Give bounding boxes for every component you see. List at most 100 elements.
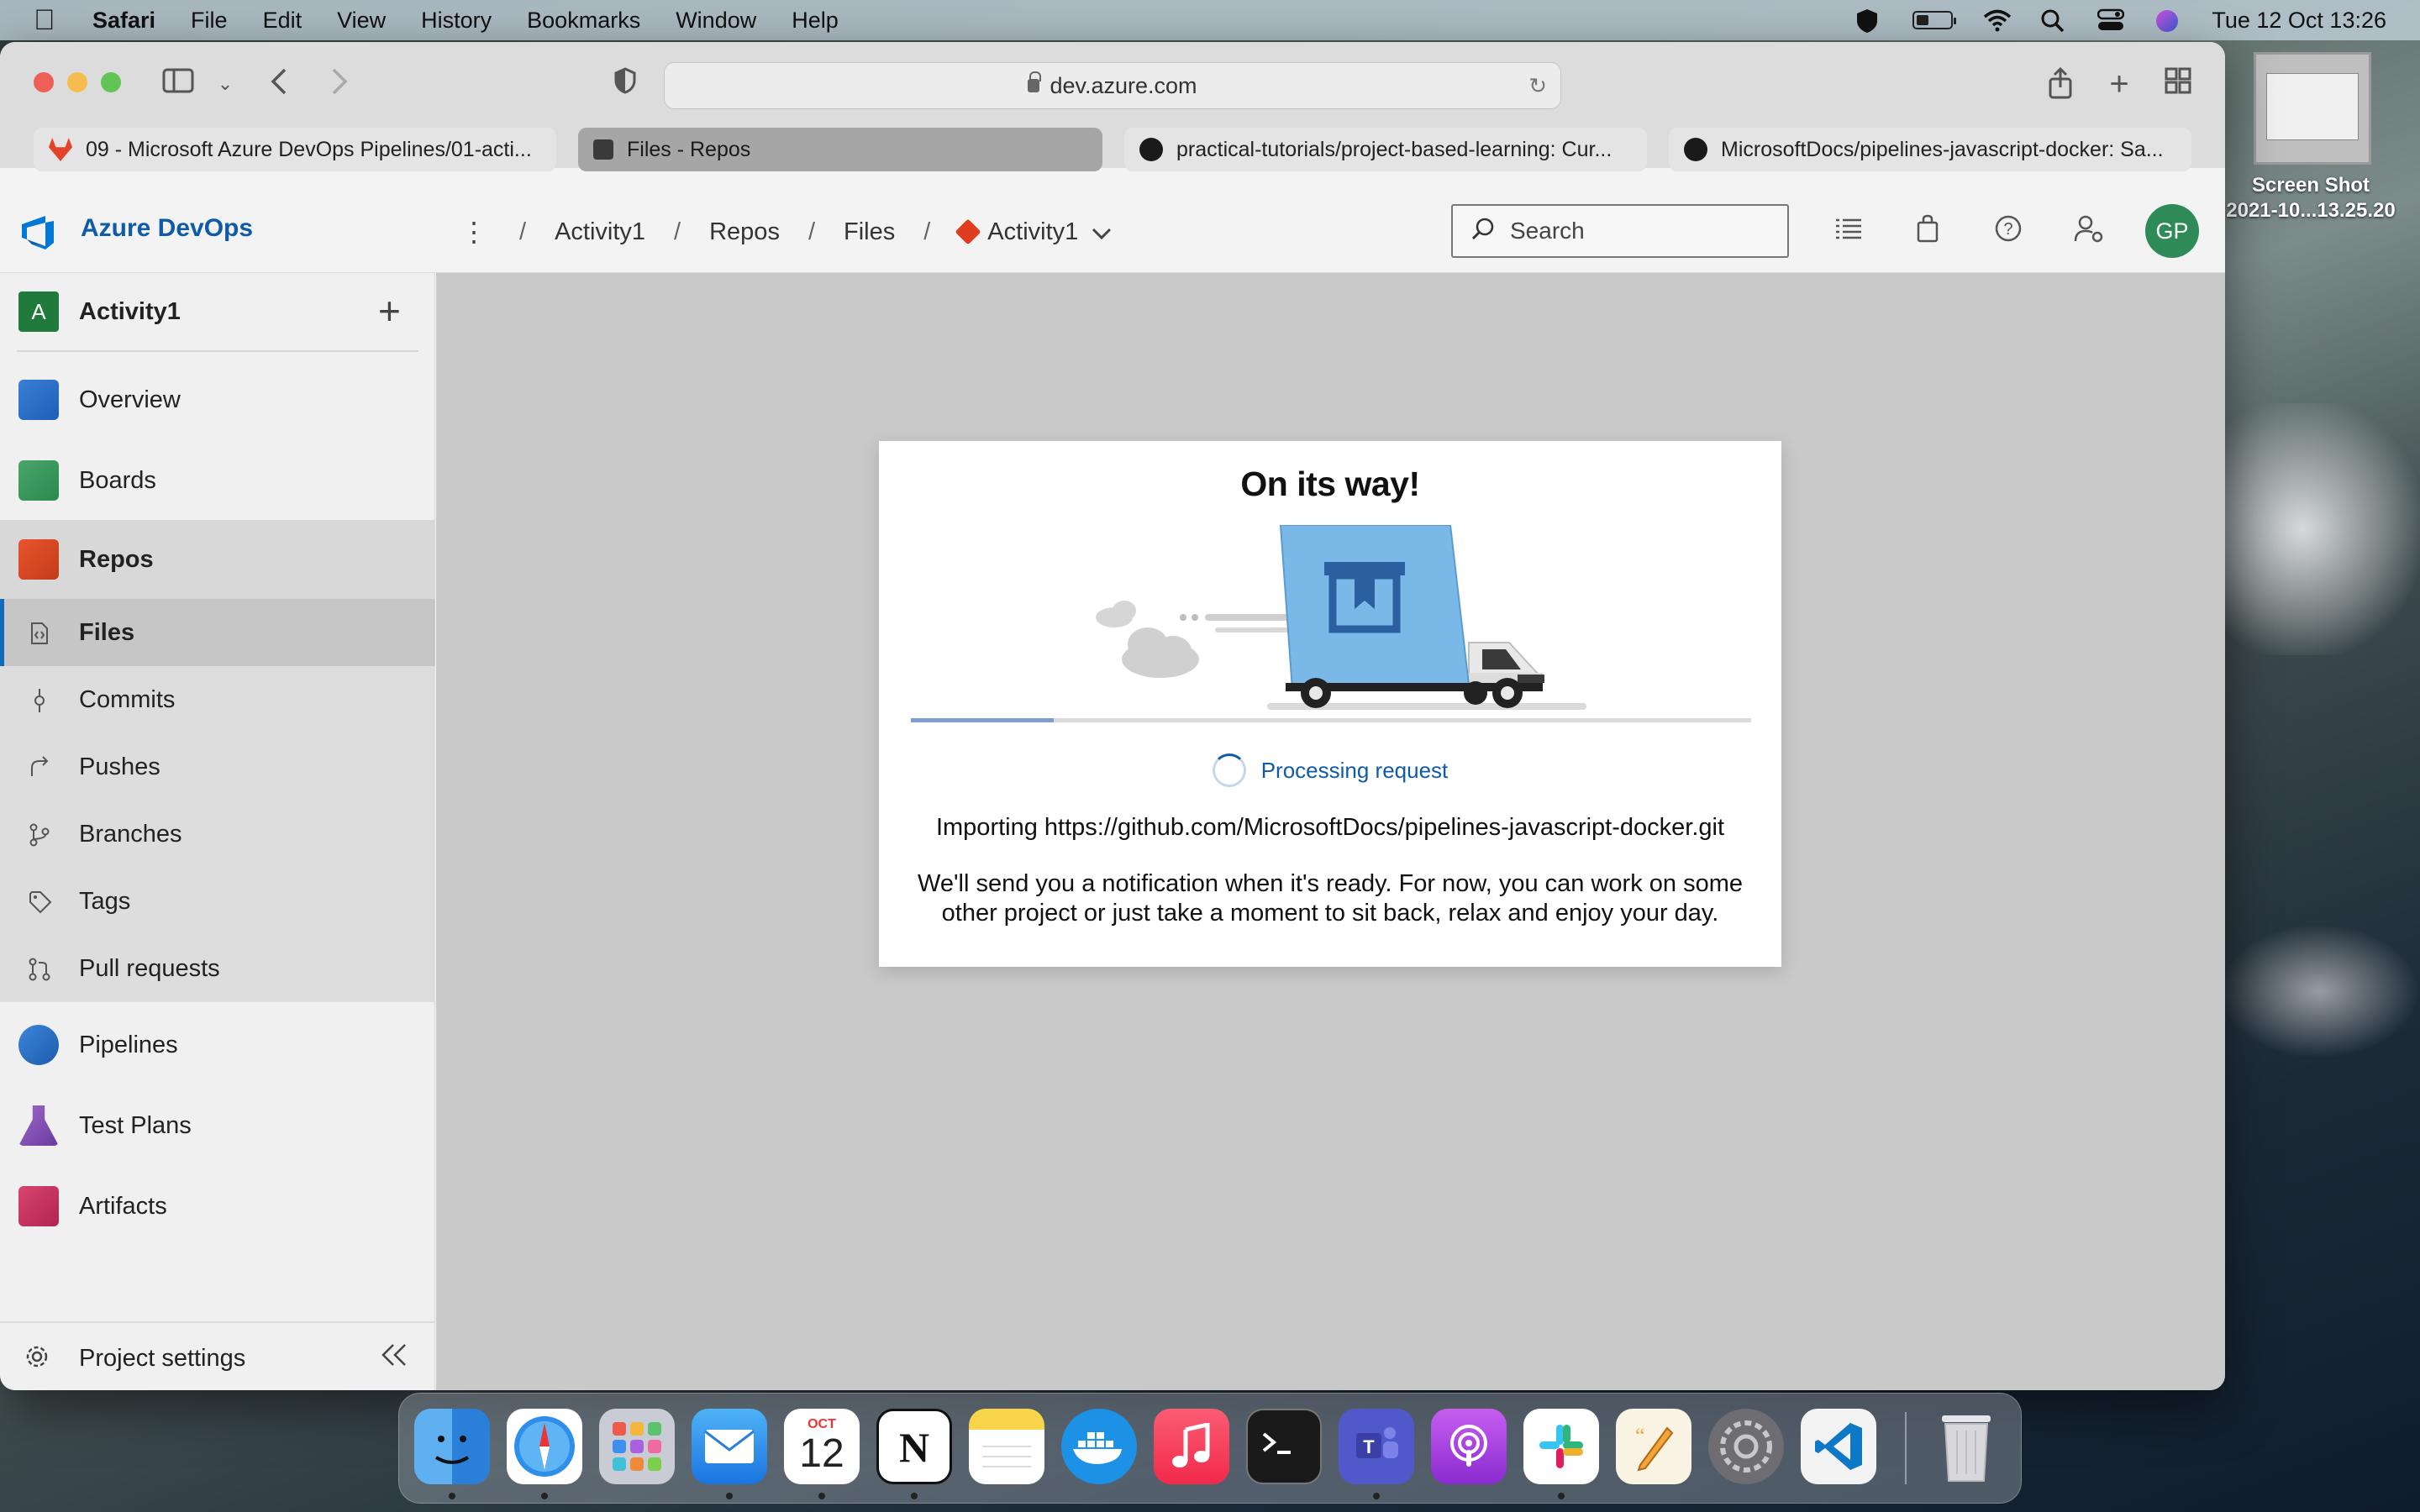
azure-devops-logo-icon[interactable] <box>20 214 55 249</box>
repo-selector-label: Activity1 <box>987 218 1079 245</box>
notes-icon[interactable] <box>969 1409 1044 1484</box>
wifi-icon[interactable] <box>1983 8 2012 32</box>
vscode-icon[interactable] <box>1801 1409 1876 1484</box>
search-input[interactable]: Search <box>1451 204 1789 258</box>
battery-icon[interactable] <box>1912 11 1957 29</box>
tab-bar: 09 - Microsoft Azure DevOps Pipelines/01… <box>0 124 2225 171</box>
sidebar-subitem-pushes[interactable]: Pushes <box>0 733 435 801</box>
menu-view[interactable]: View <box>337 8 386 34</box>
menubar-clock[interactable]: Tue 12 Oct 13:26 <box>2212 8 2386 34</box>
project-settings[interactable]: Project settings <box>0 1321 435 1389</box>
ado-brand[interactable]: Azure DevOps <box>81 214 253 243</box>
add-icon[interactable]: + <box>378 291 401 330</box>
close-window-button[interactable] <box>34 72 54 92</box>
privacy-shield-icon[interactable] <box>608 67 642 101</box>
search-placeholder: Search <box>1510 218 1585 244</box>
menu-edit[interactable]: Edit <box>263 8 302 34</box>
avatar[interactable]: GP <box>2145 204 2199 258</box>
sidebar-item-boards[interactable]: Boards <box>0 441 435 520</box>
sidebar-subitem-label: Pushes <box>79 753 160 780</box>
running-indicator <box>818 1493 825 1499</box>
sidebar-subitem-commits[interactable]: Commits <box>0 666 435 733</box>
tab-gitlab[interactable]: 09 - Microsoft Azure DevOps Pipelines/01… <box>34 128 556 171</box>
more-options-icon[interactable]: ⋮ <box>460 216 487 248</box>
tab-project-based-learning[interactable]: practical-tutorials/project-based-learni… <box>1124 128 1647 171</box>
breadcrumb-separator: / <box>808 218 815 245</box>
sidebar-item-pipelines[interactable]: Pipelines <box>0 1005 435 1084</box>
menu-help[interactable]: Help <box>792 8 839 34</box>
menu-history[interactable]: History <box>421 8 492 34</box>
sidebar-item-artifacts[interactable]: Artifacts <box>0 1167 435 1246</box>
sidebar-item-test-plans[interactable]: Test Plans <box>0 1086 435 1165</box>
system-preferences-icon[interactable] <box>1708 1409 1784 1484</box>
menu-file[interactable]: File <box>191 8 228 34</box>
minimize-window-button[interactable] <box>67 72 87 92</box>
address-bar-url: dev.azure.com <box>1050 72 1197 98</box>
task-list-icon[interactable] <box>1832 214 1865 248</box>
shield-icon[interactable] <box>1855 8 1882 33</box>
marketplace-bag-icon[interactable] <box>1911 214 1944 248</box>
project-header[interactable]: A Activity1 + <box>0 273 435 350</box>
tab-overview-icon[interactable] <box>2161 67 2195 101</box>
sidebar-subitem-files[interactable]: Files <box>0 599 435 666</box>
collapse-sidebar-icon[interactable] <box>380 1340 408 1376</box>
control-center-icon[interactable] <box>2097 8 2125 32</box>
azure-devops-icon <box>593 139 613 160</box>
siri-icon[interactable] <box>2154 8 2181 32</box>
calendar-icon[interactable]: OCT 12 <box>784 1409 860 1484</box>
launchpad-icon[interactable] <box>599 1409 675 1484</box>
delivery-truck-illustration <box>1081 524 1618 718</box>
svg-text:“: “ <box>1635 1424 1645 1448</box>
notion-icon[interactable]: N <box>876 1409 952 1484</box>
tab-files-repos[interactable]: Files - Repos <box>578 128 1102 171</box>
repo-selector[interactable]: Activity1 <box>955 218 1112 246</box>
dock: OCT 12 N T “ <box>398 1393 2022 1504</box>
breadcrumb-separator: / <box>923 218 931 245</box>
screenshot-file-icon[interactable] <box>2254 52 2371 165</box>
safari-icon[interactable] <box>507 1409 582 1484</box>
menu-app-name[interactable]: Safari <box>92 8 155 34</box>
music-icon[interactable] <box>1154 1409 1229 1484</box>
apple-icon[interactable]:  <box>34 6 57 34</box>
breadcrumb-files[interactable]: Files <box>844 218 895 246</box>
lock-icon <box>1028 71 1042 92</box>
tab-pipelines-javascript-docker[interactable]: MicrosoftDocs/pipelines-javascript-docke… <box>1669 128 2191 171</box>
docker-icon[interactable] <box>1061 1409 1137 1484</box>
sidebar-subitem-branches[interactable]: Branches <box>0 801 435 868</box>
import-progress-dialog: On its way! Processing request Importing… <box>879 441 1781 967</box>
address-bar[interactable]: dev.azure.com ↻ <box>664 62 1561 109</box>
breadcrumb-repos[interactable]: Repos <box>709 218 780 246</box>
running-indicator <box>1558 1493 1565 1499</box>
back-icon[interactable] <box>262 67 296 101</box>
divider <box>17 350 418 352</box>
trash-icon[interactable] <box>1928 1409 2004 1484</box>
forward-icon[interactable] <box>323 67 356 101</box>
slack-icon[interactable] <box>1523 1409 1599 1484</box>
breadcrumb-project[interactable]: Activity1 <box>555 218 645 246</box>
overview-icon <box>18 380 59 420</box>
sidebar-subitem-pull-requests[interactable]: Pull requests <box>0 935 435 1002</box>
dialog-title: On its way! <box>1240 465 1420 503</box>
help-icon[interactable]: ? <box>1991 214 2025 248</box>
sidebar-subitem-tags[interactable]: Tags <box>0 868 435 935</box>
share-icon[interactable] <box>2044 66 2077 101</box>
sidebar-item-repos[interactable]: Repos <box>0 520 435 599</box>
finder-icon[interactable] <box>414 1409 490 1484</box>
menu-bookmarks[interactable]: Bookmarks <box>527 8 640 34</box>
new-tab-icon[interactable]: + <box>2102 67 2136 101</box>
teams-icon[interactable]: T <box>1339 1409 1414 1484</box>
sidebar-item-overview[interactable]: Overview <box>0 360 435 439</box>
reload-icon[interactable]: ↻ <box>1528 73 1547 99</box>
spotlight-icon[interactable] <box>2040 8 2067 33</box>
podcasts-icon[interactable] <box>1431 1409 1507 1484</box>
user-settings-icon[interactable] <box>2072 214 2106 248</box>
pages-icon[interactable]: “ <box>1616 1409 1691 1484</box>
menu-window[interactable]: Window <box>676 8 756 34</box>
screenshot-file-label[interactable]: Screen Shot 2021-10...13.25.20 <box>2218 173 2403 223</box>
sidebar-toggle-icon[interactable] <box>161 67 195 101</box>
svg-text:?: ? <box>2003 220 2012 239</box>
mail-icon[interactable] <box>692 1409 767 1484</box>
terminal-icon[interactable] <box>1246 1409 1322 1484</box>
chevron-down-icon[interactable]: ⌄ <box>208 67 242 101</box>
zoom-window-button[interactable] <box>101 72 121 92</box>
